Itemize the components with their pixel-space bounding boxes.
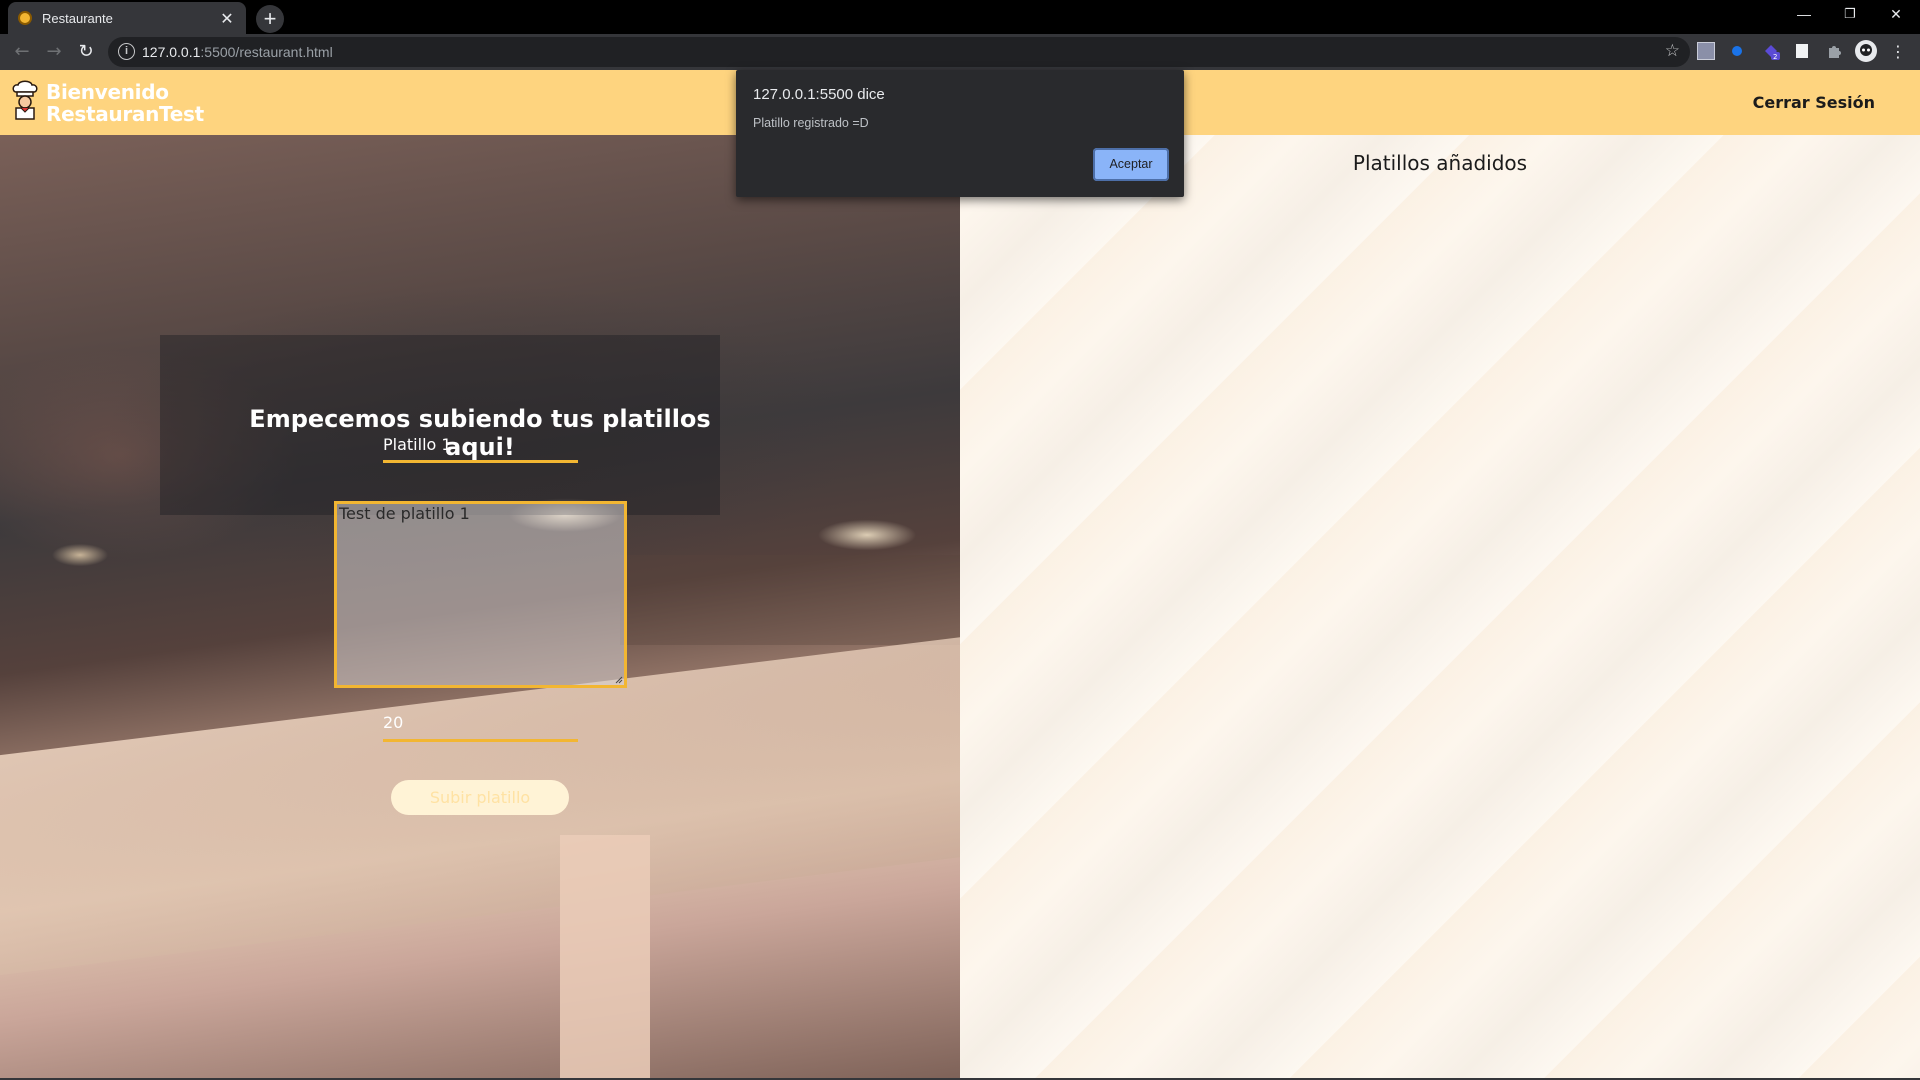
extension-square-icon[interactable]	[1697, 42, 1715, 60]
alert-message: Platillo registrado =D	[753, 116, 869, 130]
restore-window-button[interactable]: ❐	[1827, 0, 1873, 30]
forward-arrow-icon[interactable]: →	[42, 40, 66, 64]
dish-price-underline	[383, 739, 578, 742]
dish-description-value: Test de platillo 1	[339, 504, 470, 523]
profile-avatar[interactable]	[1855, 40, 1877, 62]
resize-handle-icon[interactable]	[614, 675, 623, 684]
dish-name-input[interactable]: Platillo 1	[383, 435, 452, 454]
extension-dot-icon[interactable]	[1732, 46, 1742, 56]
dish-description-textarea[interactable]: Test de platillo 1	[334, 501, 627, 688]
minimize-window-button[interactable]: —	[1781, 0, 1827, 30]
svg-text:2: 2	[1773, 53, 1777, 60]
close-window-button[interactable]: ✕	[1873, 0, 1919, 30]
tab-close-icon[interactable]: ✕	[218, 9, 236, 28]
brand-welcome: Bienvenido RestauranTest	[46, 81, 204, 125]
browser-toolbar: ← → ↻ i 127.0.0.1:5500/restaurant.html ☆…	[0, 34, 1920, 70]
new-tab-button[interactable]: +	[256, 5, 284, 33]
brand-line-1: Bienvenido	[46, 80, 169, 104]
dish-price-input[interactable]: 20	[383, 713, 403, 732]
address-bar[interactable]: i 127.0.0.1:5500/restaurant.html ☆	[108, 37, 1690, 67]
alert-accept-button[interactable]: Aceptar	[1093, 148, 1169, 181]
address-url: 127.0.0.1:5500/restaurant.html	[142, 44, 333, 60]
bookmark-star-icon[interactable]: ☆	[1665, 41, 1680, 61]
page-viewport: Bienvenido RestauranTest Cerrar Sesión E…	[0, 70, 1920, 1080]
background-bar	[620, 555, 960, 645]
brand-line-2: RestauranTest	[46, 102, 204, 126]
alert-title: 127.0.0.1:5500 dice	[753, 86, 885, 103]
added-dishes-panel: Platillos añadidos	[960, 135, 1920, 1080]
restaurant-favicon-icon	[18, 11, 32, 25]
alert-dialog: 127.0.0.1:5500 dice Platillo registrado …	[736, 70, 1184, 197]
reload-icon[interactable]: ↻	[74, 40, 98, 64]
back-arrow-icon[interactable]: ←	[10, 40, 34, 64]
tab-title: Restaurante	[42, 10, 113, 26]
extensions-puzzle-icon[interactable]	[1825, 42, 1843, 60]
browser-tabstrip: Restaurante ✕ + — ❐ ✕	[0, 0, 1920, 34]
extension-badge-icon[interactable]: 2	[1762, 42, 1780, 61]
dish-name-underline	[383, 460, 578, 463]
browser-tab[interactable]: Restaurante ✕	[8, 2, 246, 34]
dish-form-panel: Empecemos subiendo tus platillos aqui! P…	[0, 135, 960, 1080]
form-title: Empecemos subiendo tus platillos aqui!	[249, 405, 711, 461]
logout-button[interactable]: Cerrar Sesión	[1753, 93, 1875, 112]
submit-dish-button[interactable]: Subir platillo	[391, 780, 569, 815]
site-info-icon[interactable]: i	[118, 43, 135, 60]
chef-logo-icon	[12, 80, 38, 120]
extension-doc-icon[interactable]	[1793, 42, 1811, 60]
background-counter-leg	[560, 835, 650, 1080]
browser-menu-icon[interactable]: ⋮	[1886, 40, 1910, 64]
